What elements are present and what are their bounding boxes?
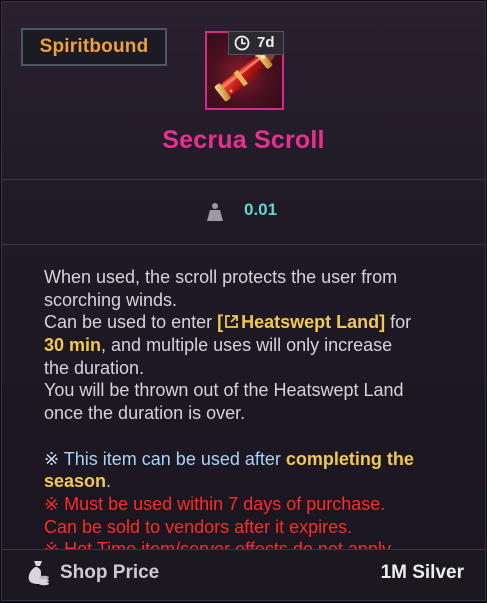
description-text: for [385,312,412,333]
description-line: 30 min, and multiple uses will only incr… [44,334,464,357]
warning-line: ※ Must be used within 7 days of purchase… [44,493,464,516]
description-line: Can be used to enter [ Heatswept Land] fo… [44,311,464,334]
description-line: once the duration is over. [44,403,246,424]
heatswept-land-link[interactable]: [ Heatswept Land] [217,312,385,332]
link-text: Heatswept Land] [241,312,386,333]
description-line: scorching winds. [44,289,178,310]
description-text: , and multiple uses will only increase [101,335,393,356]
link-bracket: [ [217,312,224,333]
description-text: Can be used to enter [44,312,218,333]
duration-badge: 7d [228,31,284,55]
tooltip-header: Spiritbound 7d Secrua Scroll [2,2,485,180]
weight-value: 0.01 [244,200,278,219]
note-line: ※ This item can be used after completing… [44,448,464,471]
weight-icon [207,203,223,221]
warning-line: Can be sold to vendors after it expires. [44,516,353,537]
duration-text: 7d [257,34,275,51]
warning-mark: ※ [44,493,60,514]
description-line: the duration. [44,357,145,378]
shop-price-label: Shop Price [60,562,160,583]
clock-icon [234,35,250,51]
duration-highlight: 30 min [44,335,102,356]
warning-text: Must be used within 7 days of purchase. [59,493,386,514]
note-highlight: completing the [285,448,414,469]
item-description: When used, the scroll protects the user … [44,266,464,550]
note-highlight: season [44,471,107,492]
item-name: Secrua Scroll [162,126,325,154]
description-line: When used, the scroll protects the user … [44,267,398,287]
weight-row: 0.01 [2,180,485,245]
shop-price-footer: Shop Price 1M Silver [2,549,485,600]
item-tooltip: Spiritbound 7d Secrua Scroll 0.01 When u… [1,1,486,601]
money-bag-icon [28,561,49,586]
note-mark: ※ [44,448,60,469]
bind-type-badge: Spiritbound [21,28,167,66]
shop-price-value: 1M Silver [380,562,464,583]
note-text: This item can be used after [59,448,286,469]
note-line: season. [44,470,464,493]
external-link-icon [225,315,239,329]
description-line: You will be thrown out of the Heatswept … [44,380,404,401]
note-text: . [106,471,112,492]
